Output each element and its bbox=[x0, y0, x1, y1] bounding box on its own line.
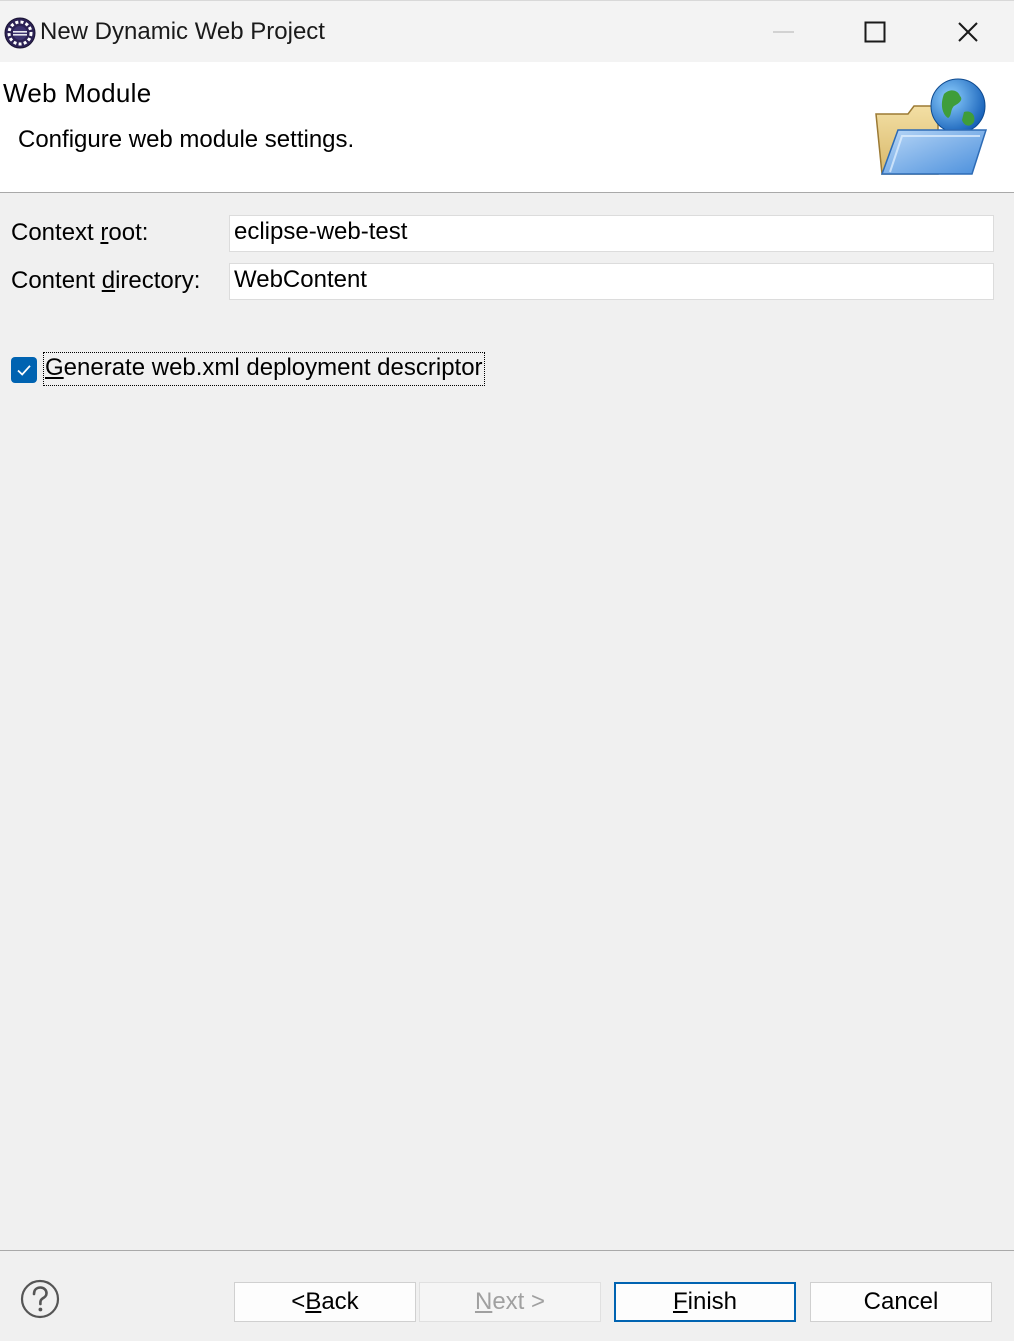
close-button[interactable] bbox=[936, 7, 1000, 57]
button-bar-separator bbox=[0, 1250, 1014, 1251]
close-icon bbox=[958, 22, 978, 42]
context-root-label: Context root: bbox=[11, 219, 148, 247]
wizard-banner: Web Module Configure web module settings… bbox=[0, 62, 1014, 193]
content-directory-label: Content directory: bbox=[11, 267, 200, 295]
maximize-icon bbox=[864, 21, 886, 43]
context-root-label-part: Context bbox=[11, 219, 101, 246]
title-bar: New Dynamic Web Project bbox=[0, 0, 1014, 62]
maximize-button[interactable] bbox=[843, 7, 907, 57]
help-icon bbox=[20, 1279, 60, 1319]
back-mnemonic: B bbox=[305, 1288, 322, 1315]
generate-webxml-mnemonic: G bbox=[45, 354, 64, 381]
next-mnemonic: N bbox=[474, 1288, 493, 1315]
generate-webxml-label-part: enerate web.xml deployment descriptor bbox=[63, 354, 483, 381]
content-directory-mnemonic: d bbox=[101, 267, 116, 294]
context-root-field[interactable]: eclipse-web-test bbox=[229, 215, 994, 252]
new-dynamic-web-project-dialog: New Dynamic Web Project Web Module Confi… bbox=[0, 0, 1014, 1341]
minimize-icon bbox=[773, 31, 794, 33]
content-directory-label-part: irectory: bbox=[115, 267, 201, 294]
window-title: New Dynamic Web Project bbox=[40, 18, 325, 45]
cancel-button[interactable]: Cancel bbox=[810, 1282, 992, 1322]
finish-mnemonic: F bbox=[672, 1288, 688, 1315]
back-button[interactable]: < Back bbox=[234, 1282, 416, 1322]
context-root-label-part: oot: bbox=[108, 219, 149, 246]
next-button[interactable]: Next > bbox=[419, 1282, 601, 1322]
checkmark-icon bbox=[17, 365, 31, 376]
page-description: Configure web module settings. bbox=[18, 126, 355, 153]
help-button[interactable] bbox=[20, 1279, 60, 1319]
finish-label-part: inish bbox=[687, 1288, 738, 1315]
page-title: Web Module bbox=[3, 78, 152, 108]
next-label-part: ext > bbox=[492, 1288, 546, 1315]
content-directory-label-part: Content bbox=[11, 267, 102, 294]
content-directory-field[interactable]: WebContent bbox=[229, 263, 994, 300]
generate-webxml-checkbox[interactable] bbox=[11, 357, 37, 383]
generate-webxml-label[interactable]: Generate web.xml deployment descriptor bbox=[43, 352, 485, 386]
minimize-button[interactable] bbox=[752, 7, 816, 57]
folder-globe-icon bbox=[868, 74, 998, 182]
back-label-part: ack bbox=[321, 1288, 359, 1315]
eclipse-icon[interactable] bbox=[4, 17, 36, 49]
finish-button[interactable]: Finish bbox=[614, 1282, 796, 1322]
back-label-part: < bbox=[291, 1288, 306, 1315]
